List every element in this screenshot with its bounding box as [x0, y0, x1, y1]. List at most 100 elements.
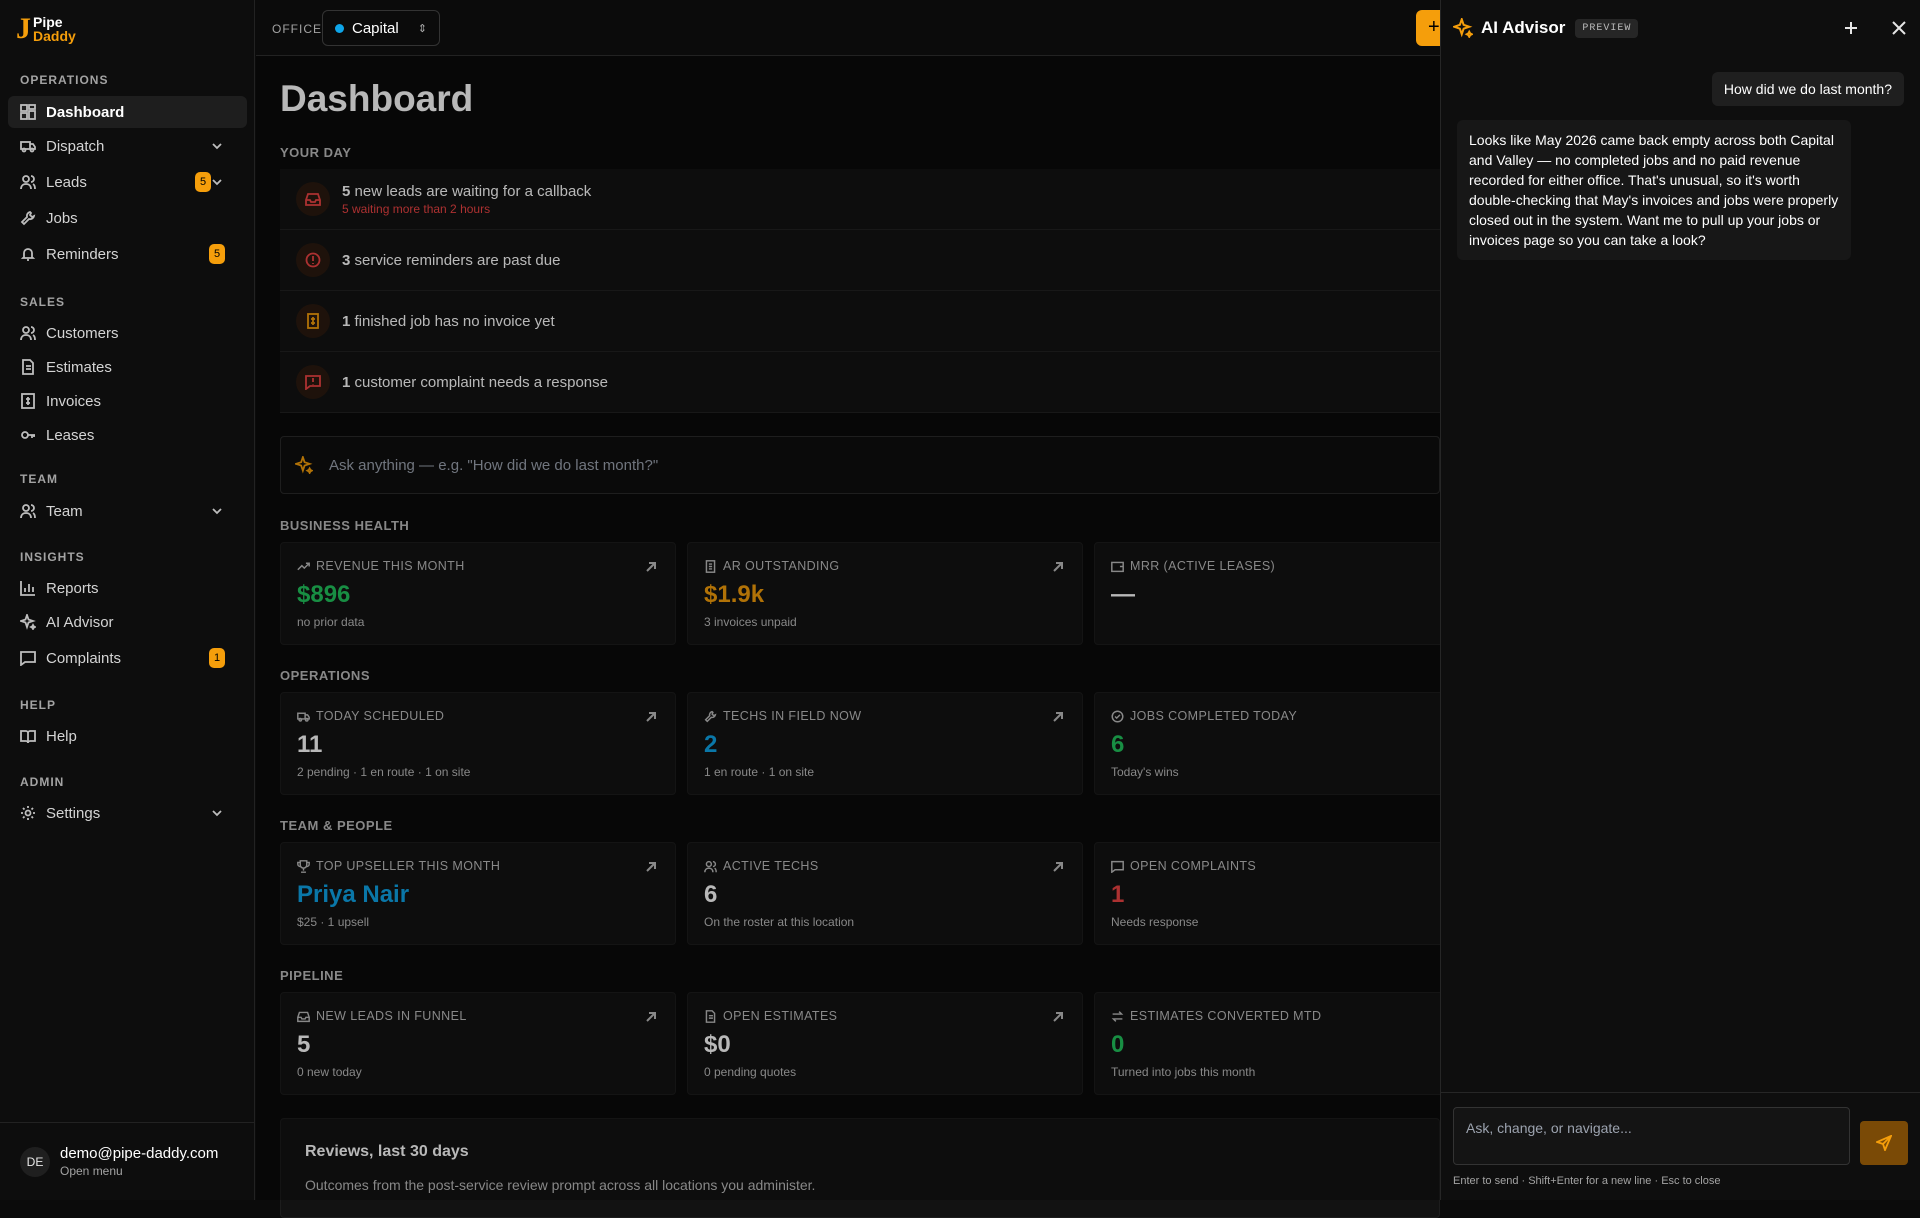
card-open-estimates[interactable]: OPEN ESTIMATES $0 0 pending quotes	[687, 992, 1083, 1095]
sidebar-item-ai-advisor[interactable]: AI Advisor	[8, 606, 247, 638]
chevron-down-icon[interactable]	[211, 505, 223, 517]
office-color-dot	[335, 23, 344, 33]
truck-icon	[297, 712, 310, 722]
reviews-card: Reviews, last 30 days Outcomes from the …	[280, 1118, 1440, 1218]
sidebar-item-label: Settings	[46, 804, 101, 822]
day-item-leads[interactable]: 5 new leads are waiting for a callback 5 …	[280, 169, 1440, 230]
file-icon	[22, 359, 34, 375]
card-ar-outstanding[interactable]: AR OUTSTANDING $1.9k 3 invoices unpaid	[687, 542, 1083, 645]
card-today-scheduled[interactable]: TODAY SCHEDULED 11 2 pending · 1 en rout…	[280, 692, 676, 795]
advisor-input[interactable]: Ask, change, or navigate...	[1453, 1107, 1850, 1165]
your-day-label: YOUR DAY	[280, 145, 352, 160]
card-value: 0	[1111, 1031, 1125, 1058]
office-value: Capital	[352, 19, 399, 37]
sidebar-item-team[interactable]: Team	[8, 495, 247, 527]
receipt-icon	[296, 304, 330, 338]
section-sales: SALES	[20, 295, 66, 309]
logo-text-1: Pipe	[33, 14, 63, 30]
card-estimates-converted[interactable]: ESTIMATES CONVERTED MTD 0 Turned into jo…	[1094, 992, 1490, 1095]
sparkles-icon	[295, 456, 313, 474]
arrow-up-right-icon	[646, 562, 656, 572]
card-techs-in-field[interactable]: TECHS IN FIELD NOW 2 1 en route · 1 on s…	[687, 692, 1083, 795]
sidebar-item-customers[interactable]: Customers	[8, 317, 247, 349]
section-help: HELP	[20, 698, 57, 712]
complaints-badge: 1	[209, 648, 225, 668]
card-label: TOP UPSELLER THIS MONTH	[316, 859, 501, 873]
user-menu[interactable]: DE demo@pipe-daddy.com Open menu	[0, 1122, 255, 1200]
day-text: customer complaint needs a response	[350, 373, 608, 391]
card-value: 6	[704, 881, 718, 908]
sidebar-item-leads[interactable]: Leads 5	[8, 166, 247, 198]
card-value: —	[1111, 581, 1135, 608]
card-label: OPEN COMPLAINTS	[1130, 859, 1257, 873]
sidebar-item-dispatch[interactable]: Dispatch	[8, 130, 247, 162]
card-mrr[interactable]: MRR (ACTIVE LEASES) —	[1094, 542, 1490, 645]
card-subtext: $25 · 1 upsell	[297, 915, 370, 929]
sidebar-item-reports[interactable]: Reports	[8, 572, 247, 604]
sidebar-item-settings[interactable]: Settings	[8, 797, 247, 829]
card-value: 6	[1111, 731, 1125, 758]
arrow-up-right-icon	[1053, 712, 1063, 722]
sidebar-item-dashboard[interactable]: Dashboard	[8, 96, 247, 128]
trending-up-icon	[297, 562, 310, 570]
card-jobs-completed[interactable]: JOBS COMPLETED TODAY 6 Today's wins	[1094, 692, 1490, 795]
message-alert-icon	[296, 365, 330, 399]
reviews-description: Outcomes from the post-service review pr…	[305, 1177, 816, 1193]
card-open-complaints[interactable]: OPEN COMPLAINTS 1 Needs response	[1094, 842, 1490, 945]
message-icon	[20, 651, 36, 666]
section-team: TEAM	[20, 472, 58, 486]
gear-icon	[21, 806, 35, 820]
day-item-reminders[interactable]: 3 service reminders are past due	[280, 230, 1440, 291]
card-new-leads[interactable]: NEW LEADS IN FUNNEL 5 0 new today	[280, 992, 676, 1095]
ask-input[interactable]: Ask anything — e.g. "How did we do last …	[280, 436, 1440, 494]
office-select[interactable]: Capital ⇕	[322, 10, 440, 46]
card-label: MRR (ACTIVE LEASES)	[1130, 559, 1276, 573]
card-top-upseller[interactable]: TOP UPSELLER THIS MONTH Priya Nair $25 ·…	[280, 842, 676, 945]
sidebar-item-label: Leases	[46, 426, 95, 444]
arrow-up-right-icon	[1053, 562, 1063, 572]
card-subtext: no prior data	[297, 615, 365, 629]
card-subtext: 0 new today	[297, 1065, 362, 1079]
card-label: JOBS COMPLETED TODAY	[1130, 709, 1298, 723]
composer-hint: Enter to send · Shift+Enter for a new li…	[1453, 1175, 1721, 1187]
chevron-down-icon[interactable]	[211, 176, 223, 188]
sidebar-item-estimates[interactable]: Estimates	[8, 351, 247, 383]
sidebar-item-complaints[interactable]: Complaints 1	[8, 642, 247, 674]
logo[interactable]: J Pipe Daddy	[16, 12, 76, 46]
card-value: 2	[704, 731, 718, 758]
truck-icon	[20, 141, 36, 153]
card-value: $896	[297, 581, 351, 608]
card-subtext: 0 pending quotes	[704, 1065, 797, 1079]
reminders-badge: 5	[209, 244, 225, 264]
chevron-down-icon[interactable]	[211, 807, 223, 819]
send-icon	[1876, 1135, 1892, 1151]
users-icon	[20, 175, 36, 190]
day-item-invoice[interactable]: 1 finished job has no invoice yet	[280, 291, 1440, 352]
check-circle-icon	[1111, 709, 1124, 723]
close-icon[interactable]	[1890, 19, 1908, 37]
card-label: REVENUE THIS MONTH	[316, 559, 465, 573]
sidebar-item-invoices[interactable]: Invoices	[8, 385, 247, 417]
card-active-techs[interactable]: ACTIVE TECHS 6 On the roster at this loc…	[687, 842, 1083, 945]
card-label: ACTIVE TECHS	[723, 859, 819, 873]
card-label: TECHS IN FIELD NOW	[723, 709, 862, 723]
sidebar-item-jobs[interactable]: Jobs	[8, 202, 247, 234]
day-item-complaint[interactable]: 1 customer complaint needs a response	[280, 352, 1440, 413]
card-revenue[interactable]: REVENUE THIS MONTH $896 no prior data	[280, 542, 676, 645]
composer: Ask, change, or navigate... Enter to sen…	[1441, 1092, 1920, 1200]
send-button[interactable]	[1860, 1121, 1908, 1165]
users-icon	[20, 504, 36, 519]
inbox-icon	[297, 1011, 310, 1022]
message-icon	[1111, 860, 1124, 873]
card-label: AR OUTSTANDING	[723, 559, 840, 573]
book-icon	[20, 730, 36, 744]
card-subtext: Needs response	[1111, 915, 1199, 929]
sidebar-item-reminders[interactable]: Reminders 5	[8, 238, 247, 270]
sidebar-item-leases[interactable]: Leases	[8, 419, 247, 451]
team-people-label: TEAM & PEOPLE	[280, 818, 393, 833]
plus-icon[interactable]	[1842, 19, 1860, 37]
pipeline-label: PIPELINE	[280, 968, 344, 983]
sidebar-item-label: Reports	[46, 579, 99, 597]
sidebar-item-help[interactable]: Help	[8, 720, 247, 752]
chevron-down-icon[interactable]	[211, 140, 223, 152]
